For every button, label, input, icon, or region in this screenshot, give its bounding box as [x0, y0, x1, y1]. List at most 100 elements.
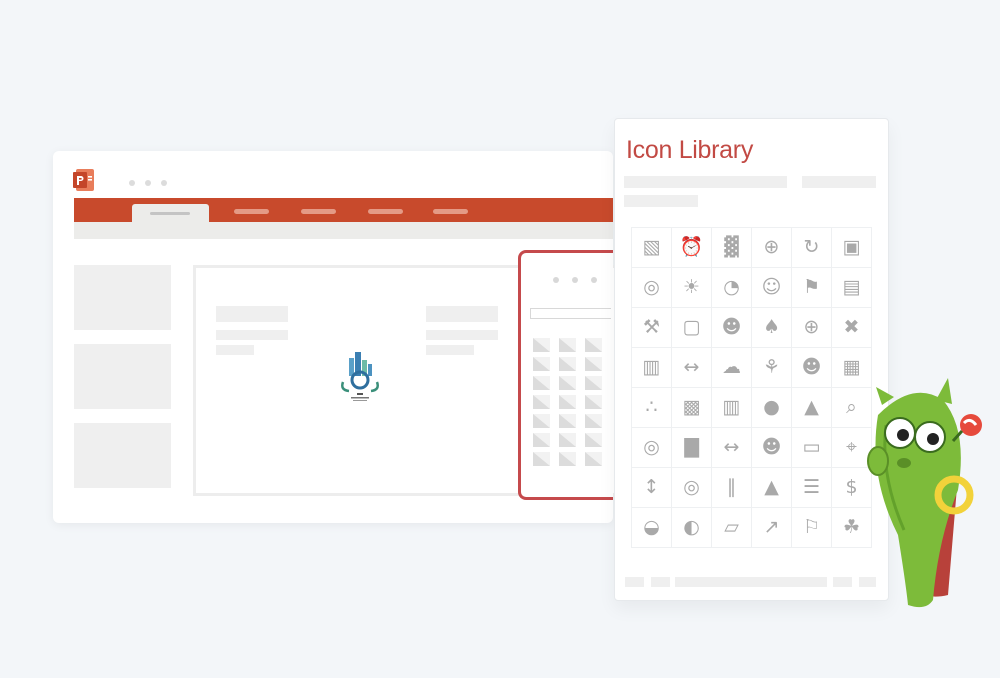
user-settings-icon[interactable]: ☻: [792, 348, 832, 388]
powerpoint-logo-icon[interactable]: [73, 169, 95, 191]
panel-icon-thumbnail[interactable]: [533, 414, 550, 428]
window-dot[interactable]: [161, 180, 167, 186]
ribbon-tab[interactable]: [234, 209, 269, 214]
panel-icon-thumbnail[interactable]: [559, 433, 576, 447]
footer-control[interactable]: [625, 577, 644, 587]
pie-chart-icon[interactable]: ◔: [712, 268, 752, 308]
panel-icon-thumbnail[interactable]: [533, 452, 550, 466]
handshake-icon[interactable]: ↔: [672, 348, 712, 388]
refresh-dollar-icon[interactable]: ↻: [792, 228, 832, 268]
panel-dot[interactable]: [591, 277, 597, 283]
icon-grid: ▧ ⏰ ▓ ⊕ ↻ ▣ ◎ ☀ ◔ ☺ ⚑ ▤ ⚒ ▢ ☻ ♠ ⊕ ✖ ▥ ↔ ☁ ⚘ ☻ ▦ ∴ ▩ ▥ ● ▲ ⌕ ◎ ▇ ↔ ☻ ▭ ⌖ ↕ ◎ ∥ ▲…: [631, 227, 872, 548]
signpost-icon[interactable]: ↕: [632, 468, 672, 508]
tools-icon[interactable]: ⚒: [632, 308, 672, 348]
footer-pagination[interactable]: [675, 577, 827, 587]
panel-icon-thumbnail[interactable]: [585, 433, 602, 447]
bar-chart-icon[interactable]: ▇: [672, 428, 712, 468]
ribbon-tab[interactable]: [433, 209, 468, 214]
window-dot[interactable]: [129, 180, 135, 186]
slide-thumbnail[interactable]: [74, 423, 171, 488]
panel-icon-thumbnail[interactable]: [559, 357, 576, 371]
line-growth-chart-icon[interactable]: ↗: [752, 508, 792, 548]
panel-icon-thumbnail[interactable]: [559, 338, 576, 352]
panel-icon-thumbnail[interactable]: [585, 338, 602, 352]
lightbulb-icon[interactable]: ☀: [672, 268, 712, 308]
presenter-icon[interactable]: ▢: [672, 308, 712, 348]
shopping-cart-icon[interactable]: ▩: [672, 388, 712, 428]
abacus-icon[interactable]: ☰: [792, 468, 832, 508]
ribbon-tab-active[interactable]: [132, 204, 209, 222]
placeholder-line: [426, 330, 498, 340]
panel-icon-thumbnail[interactable]: [585, 452, 602, 466]
panel-icon-thumbnail[interactable]: [559, 395, 576, 409]
panel-dot[interactable]: [553, 277, 559, 283]
toggle-switch-icon[interactable]: ◐: [672, 508, 712, 548]
ribbon-tab[interactable]: [368, 209, 403, 214]
flag-icon[interactable]: ⚑: [792, 268, 832, 308]
ribbon-tab[interactable]: [301, 209, 336, 214]
boat-icon[interactable]: ▱: [712, 508, 752, 548]
panel-dot[interactable]: [572, 277, 578, 283]
panel-icon-thumbnail[interactable]: [559, 414, 576, 428]
handshake-deal-icon[interactable]: ↔: [712, 428, 752, 468]
wrench-screwdriver-icon[interactable]: ✖: [832, 308, 872, 348]
teamwork-icon[interactable]: ∥: [712, 468, 752, 508]
placeholder-line: [216, 330, 288, 340]
window-controls: [129, 180, 167, 186]
footer-control[interactable]: [833, 577, 852, 587]
slide-thumbnail[interactable]: [74, 265, 171, 330]
train-icon[interactable]: ▥: [632, 348, 672, 388]
trophy-icon[interactable]: ♠: [752, 308, 792, 348]
chat-bubbles-icon[interactable]: ●: [752, 388, 792, 428]
rocket-icon[interactable]: ▲: [792, 388, 832, 428]
video-camera-icon[interactable]: ▣: [832, 228, 872, 268]
headset-support-icon[interactable]: ☺: [752, 268, 792, 308]
focus-target-icon[interactable]: ◎: [672, 468, 712, 508]
inserted-city-logo-icon[interactable]: [337, 348, 383, 404]
comment-user-icon[interactable]: ▤: [832, 268, 872, 308]
scatter-chart-icon[interactable]: ∴: [632, 388, 672, 428]
green-mascot-icon: [867, 378, 982, 608]
target-arrow-icon[interactable]: ◎: [632, 268, 672, 308]
panel-icon-thumbnail[interactable]: [585, 357, 602, 371]
panel-icon-thumbnail[interactable]: [585, 376, 602, 390]
hand-plant-icon[interactable]: ⚘: [752, 348, 792, 388]
presentation-chart-icon[interactable]: ▧: [632, 228, 672, 268]
panel-icon-thumbnail[interactable]: [533, 376, 550, 390]
radar-icon[interactable]: ◎: [632, 428, 672, 468]
office-building-icon[interactable]: ▥: [712, 388, 752, 428]
money-icon[interactable]: ▭: [792, 428, 832, 468]
search-bar-placeholder[interactable]: [624, 176, 787, 188]
icon-library-panel: Icon Library ▧ ⏰ ▓ ⊕ ↻ ▣ ◎ ☀ ◔ ☺ ⚑ ▤ ⚒ ▢ ☻ ♠ ⊕ ✖ ▥ ↔ ☁ ⚘ ☻ ▦ ∴ ▩ ▥…: [614, 118, 889, 601]
slide-thumbnail[interactable]: [74, 344, 171, 409]
panel-icon-thumbnail[interactable]: [585, 414, 602, 428]
dollar-globe-icon[interactable]: ⊕: [752, 228, 792, 268]
panel-icon-thumbnail[interactable]: [585, 395, 602, 409]
panel-icon-thumbnail[interactable]: [559, 452, 576, 466]
network-cloud-icon[interactable]: ☁: [712, 348, 752, 388]
goal-flag-icon[interactable]: ⚐: [792, 508, 832, 548]
growth-bars-icon[interactable]: ▓: [712, 228, 752, 268]
globe-icon[interactable]: ⊕: [792, 308, 832, 348]
panel-icon-thumbnail[interactable]: [559, 376, 576, 390]
panel-thumbnail-grid: [533, 338, 602, 466]
window-dot[interactable]: [145, 180, 151, 186]
alarm-clock-icon[interactable]: ⏰: [672, 228, 712, 268]
engineer-icon[interactable]: ☻: [712, 308, 752, 348]
panel-icon-thumbnail[interactable]: [533, 338, 550, 352]
panel-icon-thumbnail[interactable]: [533, 433, 550, 447]
insert-icon-panel: [518, 250, 613, 500]
panel-search-input[interactable]: [530, 308, 611, 319]
category-placeholder[interactable]: [624, 195, 698, 207]
panel-icon-thumbnail[interactable]: [533, 395, 550, 409]
filter-placeholder[interactable]: [802, 176, 876, 188]
icon-library-title: Icon Library: [626, 136, 754, 164]
rocket-launch-icon[interactable]: ▲: [752, 468, 792, 508]
footer-control[interactable]: [651, 577, 670, 587]
placeholder-title: [426, 306, 498, 322]
panel-icon-thumbnail[interactable]: [533, 357, 550, 371]
planet-icon[interactable]: ◒: [632, 508, 672, 548]
toolbar-strip: [74, 222, 613, 239]
team-chat-icon[interactable]: ☻: [752, 428, 792, 468]
ribbon-tab-bar: [74, 198, 613, 222]
